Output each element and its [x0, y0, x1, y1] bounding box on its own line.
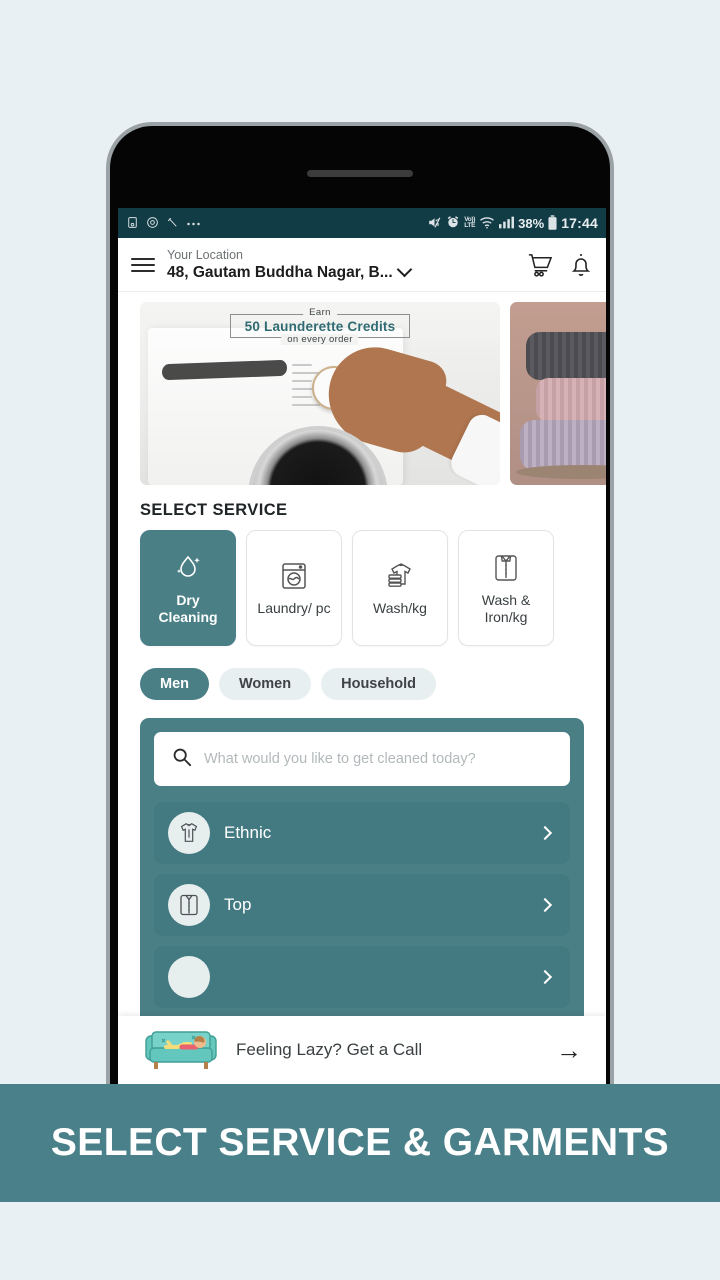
water-drop-icon	[173, 551, 203, 585]
phone-frame: Vo)) LTE 38% 17:44 Your Location 48, Gau…	[106, 122, 614, 1084]
volte-icon: Vo)) LTE	[464, 216, 476, 230]
status-bar-right: Vo)) LTE 38% 17:44	[427, 214, 598, 232]
service-card-label: Wash/kg	[373, 600, 427, 616]
folded-shirt-icon	[168, 884, 210, 926]
chip-household[interactable]: Household	[321, 668, 437, 700]
service-card-dry-cleaning[interactable]: Dry Cleaning	[140, 530, 236, 646]
garment-row-top[interactable]: Top	[154, 874, 570, 936]
folded-sweaters-photo	[510, 302, 606, 485]
chevron-down-icon[interactable]	[396, 261, 412, 278]
garment-row-ethnic[interactable]: Ethnic	[154, 802, 570, 864]
hamburger-menu-icon[interactable]	[131, 257, 155, 272]
chevron-right-icon[interactable]	[537, 969, 553, 985]
get-a-call-bar[interactable]: Feeling Lazy? Get a Call →	[118, 1016, 606, 1084]
status-bar-left	[126, 216, 201, 231]
phone-speaker	[307, 170, 413, 177]
service-card-label: Laundry/ pc	[257, 600, 331, 616]
header-actions	[526, 252, 593, 278]
category-chips: Men Women Household	[118, 646, 606, 700]
kurta-icon	[168, 812, 210, 854]
chip-women[interactable]: Women	[219, 668, 312, 700]
status-bar: Vo)) LTE 38% 17:44	[118, 208, 606, 238]
banner-earn-text: Earn	[303, 307, 337, 318]
chip-men[interactable]: Men	[140, 668, 209, 700]
garment-list: Ethnic Top	[154, 786, 570, 1008]
location-value: 48, Gautam Buddha Nagar, B...	[167, 263, 393, 281]
tshirt-scale-icon	[384, 559, 416, 593]
sim-card-icon	[126, 216, 139, 231]
service-card-label: Wash & Iron/kg	[481, 591, 531, 625]
banner-carousel[interactable]: Earn 50 Launderette Credits on every ord…	[118, 292, 606, 485]
cart-icon[interactable]	[526, 252, 553, 277]
battery-percent-text: 38%	[518, 215, 545, 231]
phone-screen: Vo)) LTE 38% 17:44 Your Location 48, Gau…	[118, 208, 606, 1084]
garment-panel: What would you like to get cleaned today…	[140, 718, 584, 1048]
arrow-right-icon[interactable]: →	[556, 1037, 582, 1063]
get-a-call-label: Feeling Lazy? Get a Call	[236, 1040, 423, 1059]
search-icon	[172, 747, 192, 772]
washing-machine-icon	[279, 559, 309, 593]
caption-text: SELECT SERVICE & GARMENTS	[50, 1121, 670, 1164]
service-card-wash-iron-kg[interactable]: Wash & Iron/kg	[458, 530, 554, 646]
alarm-target-icon	[146, 216, 159, 231]
person-on-couch-icon	[142, 1028, 220, 1072]
caption-banner: SELECT SERVICE & GARMENTS	[0, 1084, 720, 1202]
magic-wand-icon	[166, 216, 179, 231]
credits-banner[interactable]: Earn 50 Launderette Credits on every ord…	[140, 302, 500, 485]
banner-promo-text: Earn 50 Launderette Credits on every ord…	[230, 307, 410, 345]
banner-sub-text: on every order	[281, 334, 359, 345]
more-dots-icon	[186, 217, 201, 229]
app-header: Your Location 48, Gautam Buddha Nagar, B…	[118, 238, 606, 292]
garment-row-label: Ethnic	[224, 823, 272, 842]
battery-icon	[548, 214, 557, 232]
location-selector[interactable]: Your Location 48, Gautam Buddha Nagar, B…	[167, 248, 514, 282]
service-card-wash-kg[interactable]: Wash/kg	[352, 530, 448, 646]
search-input[interactable]: What would you like to get cleaned today…	[204, 751, 476, 767]
service-card-label: Dry Cleaning	[158, 591, 218, 625]
location-row[interactable]: 48, Gautam Buddha Nagar, B...	[167, 261, 514, 282]
volte-bottom-text: LTE	[464, 222, 476, 229]
location-label: Your Location	[167, 247, 243, 262]
garment-icon	[168, 956, 210, 998]
clock-time: 17:44	[561, 215, 598, 231]
service-card-laundry-pc[interactable]: Laundry/ pc	[246, 530, 342, 646]
select-service-title: SELECT SERVICE	[140, 501, 288, 519]
chevron-right-icon[interactable]	[537, 897, 553, 913]
banner-main-text: 50 Launderette Credits	[244, 319, 396, 334]
garment-row-partial[interactable]	[154, 946, 570, 1008]
search-bar[interactable]: What would you like to get cleaned today…	[154, 732, 570, 786]
chevron-right-icon[interactable]	[537, 825, 553, 841]
sweaters-banner[interactable]	[510, 302, 606, 485]
signal-bars-icon	[499, 216, 515, 231]
main-content: Earn 50 Launderette Credits on every ord…	[118, 292, 606, 1084]
alarm-icon	[446, 215, 460, 231]
service-cards: Dry Cleaning Laundry/ pc Wash/kg Wash & …	[118, 530, 606, 646]
garment-row-label: Top	[224, 895, 252, 914]
mute-icon	[427, 216, 442, 231]
wifi-icon	[479, 216, 495, 231]
folded-shirt-icon	[493, 551, 519, 585]
bell-icon[interactable]	[569, 252, 593, 278]
